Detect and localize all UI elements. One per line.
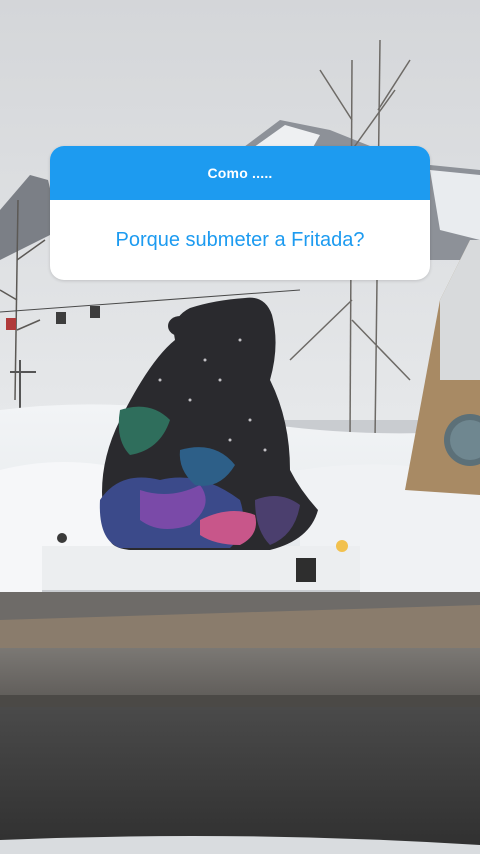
stone-wall <box>0 707 480 854</box>
plaque <box>296 558 316 582</box>
question-sticker-header: Como ..... <box>50 146 430 200</box>
background-photo <box>0 0 480 854</box>
spotlight <box>336 540 348 552</box>
question-sticker[interactable]: Como ..... Porque submeter a Fritada? <box>50 146 430 280</box>
question-sticker-answer: Porque submeter a Fritada? <box>115 228 365 251</box>
